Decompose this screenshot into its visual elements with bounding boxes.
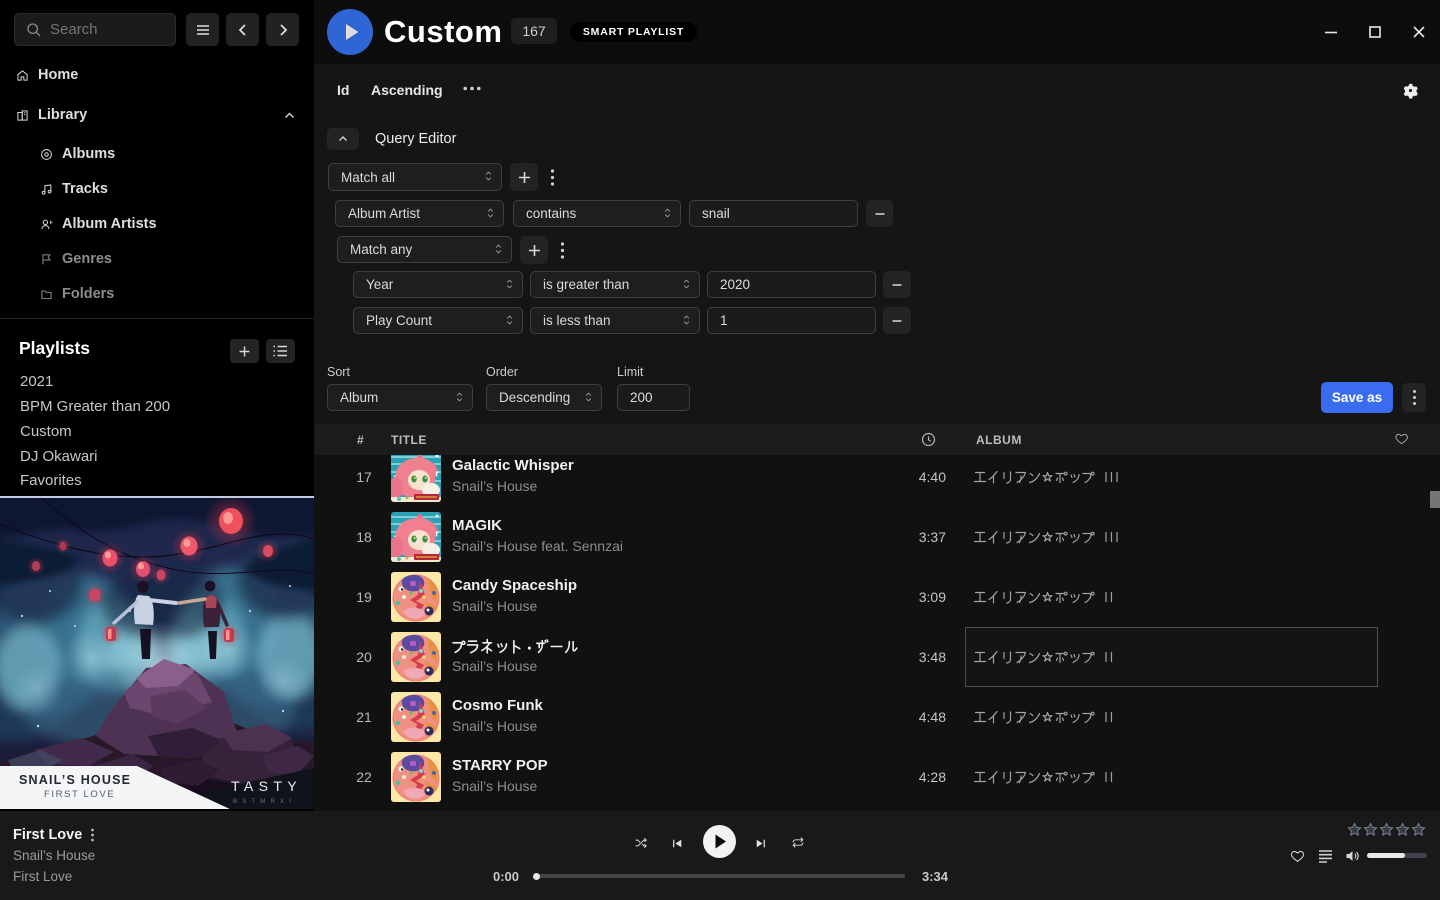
svg-text:FIRST LOVE: FIRST LOVE bbox=[44, 789, 115, 800]
svg-text:BSTMRXI: BSTMRXI bbox=[233, 799, 296, 805]
svg-text:TASTY: TASTY bbox=[231, 778, 302, 794]
svg-text:SNAIL’S HOUSE: SNAIL’S HOUSE bbox=[19, 773, 131, 787]
